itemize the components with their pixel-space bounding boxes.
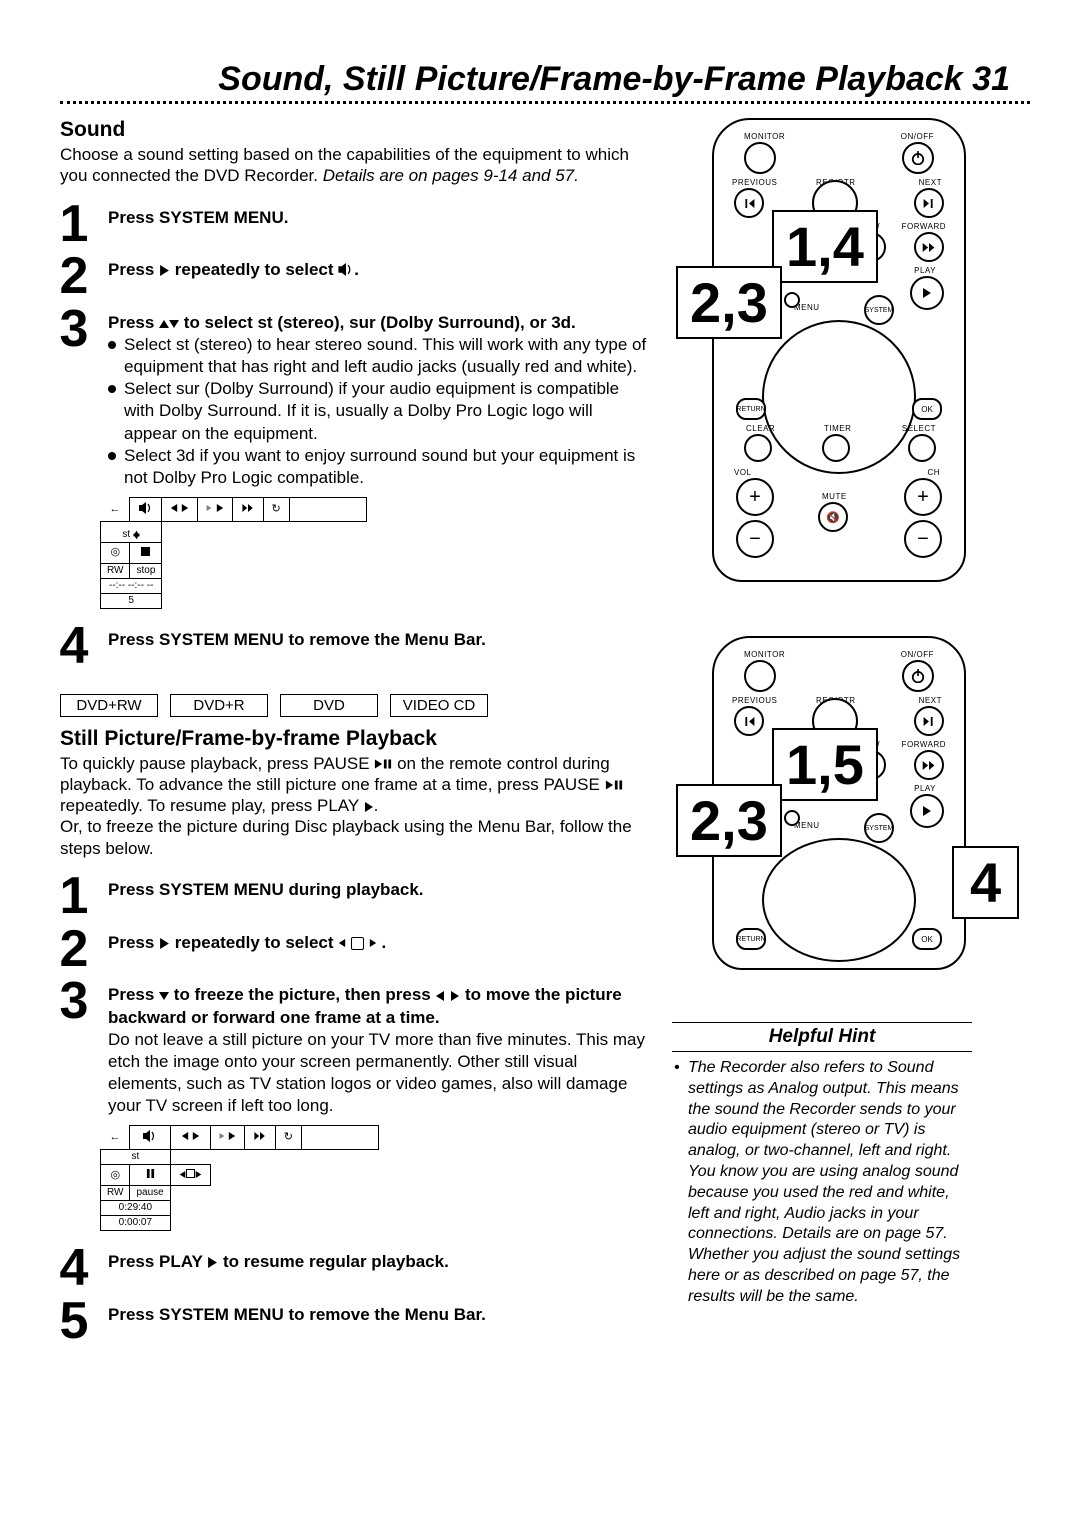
sound-step-2: 2 Press repeatedly to select . [50, 253, 650, 300]
disc-tags: DVD+RW DVD+R DVD VIDEO CD [60, 694, 650, 717]
ch-down-button: − [904, 520, 942, 558]
mute-button: 🔇 [818, 502, 848, 532]
hint-body: The Recorder also refers to Sound settin… [672, 1058, 972, 1308]
divider [60, 101, 1030, 104]
still-step-4: 4 Press PLAY to resume regular playback. [50, 1245, 650, 1292]
still-menubar-figure: ← ↻ st ◎ [100, 1125, 650, 1231]
helpful-hint: Helpful Hint The Recorder also refers to… [672, 1022, 972, 1308]
remote-figure-bottom: MONITOR ON/OFF PREVIOUS REC/OTR NEXT SLO… [672, 636, 982, 996]
ch-up-button: + [904, 478, 942, 516]
return-button: RETURN [736, 398, 766, 420]
disc-tag: DVD+RW [60, 694, 158, 717]
disc-tag: VIDEO CD [390, 694, 488, 717]
ok-button: OK [912, 398, 942, 420]
power-button [902, 142, 934, 174]
hint-title: Helpful Hint [672, 1022, 972, 1052]
vol-up-button: + [736, 478, 774, 516]
sound-step-3: 3 Press to select st (stereo), sur (Dolb… [50, 306, 650, 489]
sound-intro: Choose a sound setting based on the capa… [60, 144, 650, 187]
still-step-1: 1 Press SYSTEM MENU during playback. [50, 873, 650, 920]
still-step-3: 3 Press to freeze the picture, then pres… [50, 978, 650, 1117]
forward-button [914, 232, 944, 262]
system-button: SYSTEM [864, 295, 894, 325]
still-step-2: 2 Press repeatedly to select . [50, 926, 650, 973]
sound-heading: Sound [60, 118, 650, 142]
still-step-5: 5 Press SYSTEM MENU to remove the Menu B… [50, 1298, 650, 1345]
callout-14: 1,4 [772, 210, 878, 283]
still-intro: To quickly pause playback, press PAUSE o… [60, 753, 650, 859]
next-button [914, 188, 944, 218]
play-button [910, 276, 944, 310]
sound-step-1: 1 Press SYSTEM MENU. [50, 201, 650, 248]
page-title: Sound, Still Picture/Frame-by-Frame Play… [60, 60, 1030, 99]
monitor-button [744, 142, 776, 174]
sound-step-4: 4 Press SYSTEM MENU to remove the Menu B… [50, 623, 650, 670]
system-menu-button [784, 292, 800, 308]
remote-figure-top: MONITOR ON/OFF PREVIOUS REC/OTR NEXT SLO… [672, 118, 982, 608]
callout-23b: 2,3 [676, 784, 782, 857]
disc-tag: DVD [280, 694, 378, 717]
callout-4: 4 [952, 846, 1019, 919]
disc-tag: DVD+R [170, 694, 268, 717]
callout-15: 1,5 [772, 728, 878, 801]
still-heading: Still Picture/Frame-by-frame Playback [60, 727, 650, 751]
previous-button [734, 188, 764, 218]
callout-23: 2,3 [676, 266, 782, 339]
vol-down-button: − [736, 520, 774, 558]
sound-menubar-figure: ← ↻ st ◎ [100, 497, 650, 609]
